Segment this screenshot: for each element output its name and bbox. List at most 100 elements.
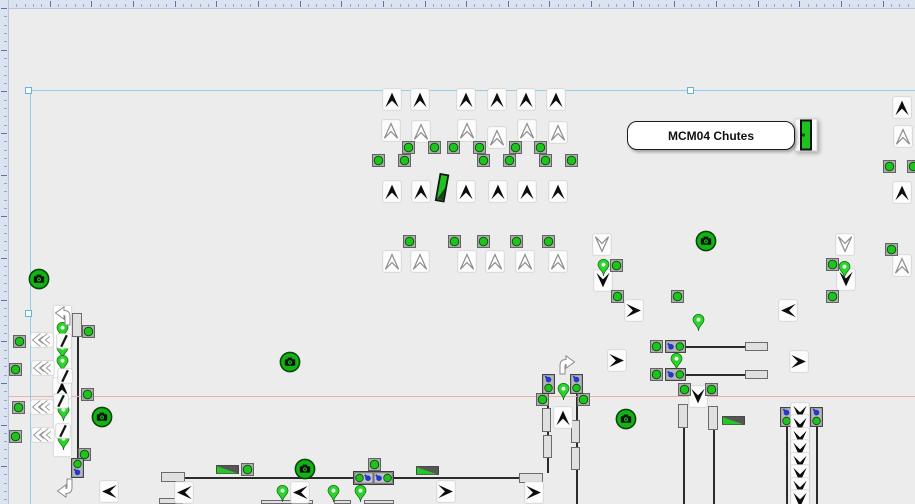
ramp-indicator[interactable] (722, 416, 745, 425)
conveyor-segment[interactable] (364, 500, 394, 504)
selection-handle[interactable] (687, 87, 694, 94)
chevron-white-up-icon[interactable] (411, 120, 431, 143)
chevron-right-icon[interactable] (789, 350, 809, 373)
status-dot[interactable] (82, 325, 95, 338)
chevron-white-down-icon[interactable] (592, 233, 612, 256)
location-pin-icon[interactable] (691, 313, 706, 332)
camera-icon[interactable] (28, 268, 50, 290)
chevron-right-icon[interactable] (524, 481, 544, 504)
status-dot[interactable] (477, 154, 490, 167)
signal-box[interactable] (810, 407, 823, 427)
status-dot[interactable] (650, 368, 663, 381)
status-dot[interactable] (885, 243, 898, 256)
chevron-up-icon[interactable] (516, 88, 536, 111)
location-pin-icon[interactable] (275, 484, 290, 503)
gate-indicator[interactable] (433, 173, 451, 203)
chevron-white-up-icon[interactable] (515, 250, 535, 273)
chevron-white-up-icon[interactable] (410, 250, 430, 273)
chevron-up-icon[interactable] (517, 180, 537, 203)
chevron-up-icon[interactable] (548, 180, 568, 203)
status-dot[interactable] (398, 154, 411, 167)
status-dot[interactable] (81, 388, 94, 401)
belt-segment-icon[interactable] (55, 423, 71, 439)
chevron-white-down-icon[interactable] (835, 233, 855, 256)
status-dot[interactable] (428, 141, 441, 154)
signal-group[interactable] (353, 471, 394, 485)
chevron-left-icon[interactable] (778, 299, 798, 322)
location-pin-icon[interactable] (837, 260, 852, 279)
status-dot[interactable] (9, 430, 22, 443)
chevron-up-icon[interactable] (892, 181, 912, 204)
status-dot[interactable] (510, 235, 523, 248)
belt-segment-icon[interactable] (57, 368, 73, 384)
conveyor-segment[interactable] (745, 370, 768, 379)
chevron-white-up-icon[interactable] (485, 250, 505, 273)
ramp-indicator[interactable] (216, 465, 239, 474)
signal-box[interactable] (71, 458, 84, 478)
chevron-white-up-icon[interactable] (381, 119, 401, 142)
chevron-left-icon[interactable] (290, 481, 310, 504)
camera-icon[interactable] (279, 351, 301, 373)
status-dot[interactable] (565, 154, 578, 167)
status-dot[interactable] (536, 393, 549, 406)
conveyor-segment[interactable] (745, 342, 768, 351)
chevron-up-icon[interactable] (410, 88, 430, 111)
status-dot[interactable] (473, 141, 486, 154)
status-dot[interactable] (826, 290, 839, 303)
chevron-white-up-icon[interactable] (548, 250, 568, 273)
status-dot[interactable] (534, 141, 547, 154)
status-dot[interactable] (448, 235, 461, 248)
selection-handle[interactable] (25, 87, 32, 94)
chevron-up-icon[interactable] (456, 180, 476, 203)
status-dot[interactable] (477, 235, 490, 248)
status-dot[interactable] (542, 235, 555, 248)
location-pin-icon[interactable] (326, 484, 341, 503)
camera-icon[interactable] (615, 408, 637, 430)
status-dot[interactable] (678, 383, 691, 396)
conveyor-segment[interactable] (543, 435, 552, 458)
double-chevron-left-icon[interactable] (31, 427, 55, 443)
status-dot[interactable] (907, 160, 915, 173)
camera-icon[interactable] (294, 458, 316, 480)
chevron-white-up-icon[interactable] (892, 254, 912, 277)
status-dot[interactable] (610, 259, 623, 272)
chevron-up-icon[interactable] (553, 406, 573, 429)
curved-arrow-icon[interactable] (555, 354, 577, 376)
conveyor-segment[interactable] (678, 404, 688, 428)
location-pin-icon[interactable] (556, 382, 571, 401)
gate-indicator[interactable] (794, 118, 818, 152)
chevron-white-up-icon[interactable] (457, 119, 477, 142)
chevron-left-icon[interactable] (99, 480, 119, 503)
double-chevron-left-icon[interactable] (31, 360, 55, 376)
chevron-white-up-icon[interactable] (548, 121, 568, 144)
chevron-white-up-icon[interactable] (382, 250, 402, 273)
chevron-up-icon[interactable] (411, 180, 431, 203)
chevron-up-icon[interactable] (456, 88, 476, 111)
chevron-up-icon[interactable] (546, 88, 566, 111)
location-pin-icon[interactable] (596, 258, 611, 277)
belt-segment-icon[interactable] (53, 393, 69, 409)
chevron-white-up-icon[interactable] (517, 119, 537, 142)
chevron-white-up-icon[interactable] (457, 250, 477, 273)
signal-box[interactable] (542, 374, 555, 394)
status-dot[interactable] (671, 290, 684, 303)
signal-box[interactable] (665, 368, 686, 381)
chevron-white-up-icon[interactable] (487, 126, 507, 149)
status-dot[interactable] (372, 154, 385, 167)
chevron-left-icon[interactable] (174, 481, 194, 504)
chevron-right-icon[interactable] (624, 299, 644, 322)
conveyor-segment[interactable] (708, 406, 718, 430)
status-dot[interactable] (539, 154, 552, 167)
status-dot[interactable] (509, 141, 522, 154)
camera-icon[interactable] (695, 230, 717, 252)
status-dot[interactable] (402, 141, 415, 154)
status-dot[interactable] (12, 401, 25, 414)
chevron-right-icon[interactable] (436, 480, 456, 503)
belt-segment-icon[interactable] (56, 333, 72, 349)
scada-canvas[interactable]: MCM04 Chutes (0, 0, 915, 504)
curved-arrow-icon[interactable] (55, 477, 77, 499)
chute-chevron-down-icon[interactable] (790, 489, 810, 504)
status-dot[interactable] (577, 393, 590, 406)
chevron-up-icon[interactable] (487, 88, 507, 111)
status-dot[interactable] (503, 154, 516, 167)
